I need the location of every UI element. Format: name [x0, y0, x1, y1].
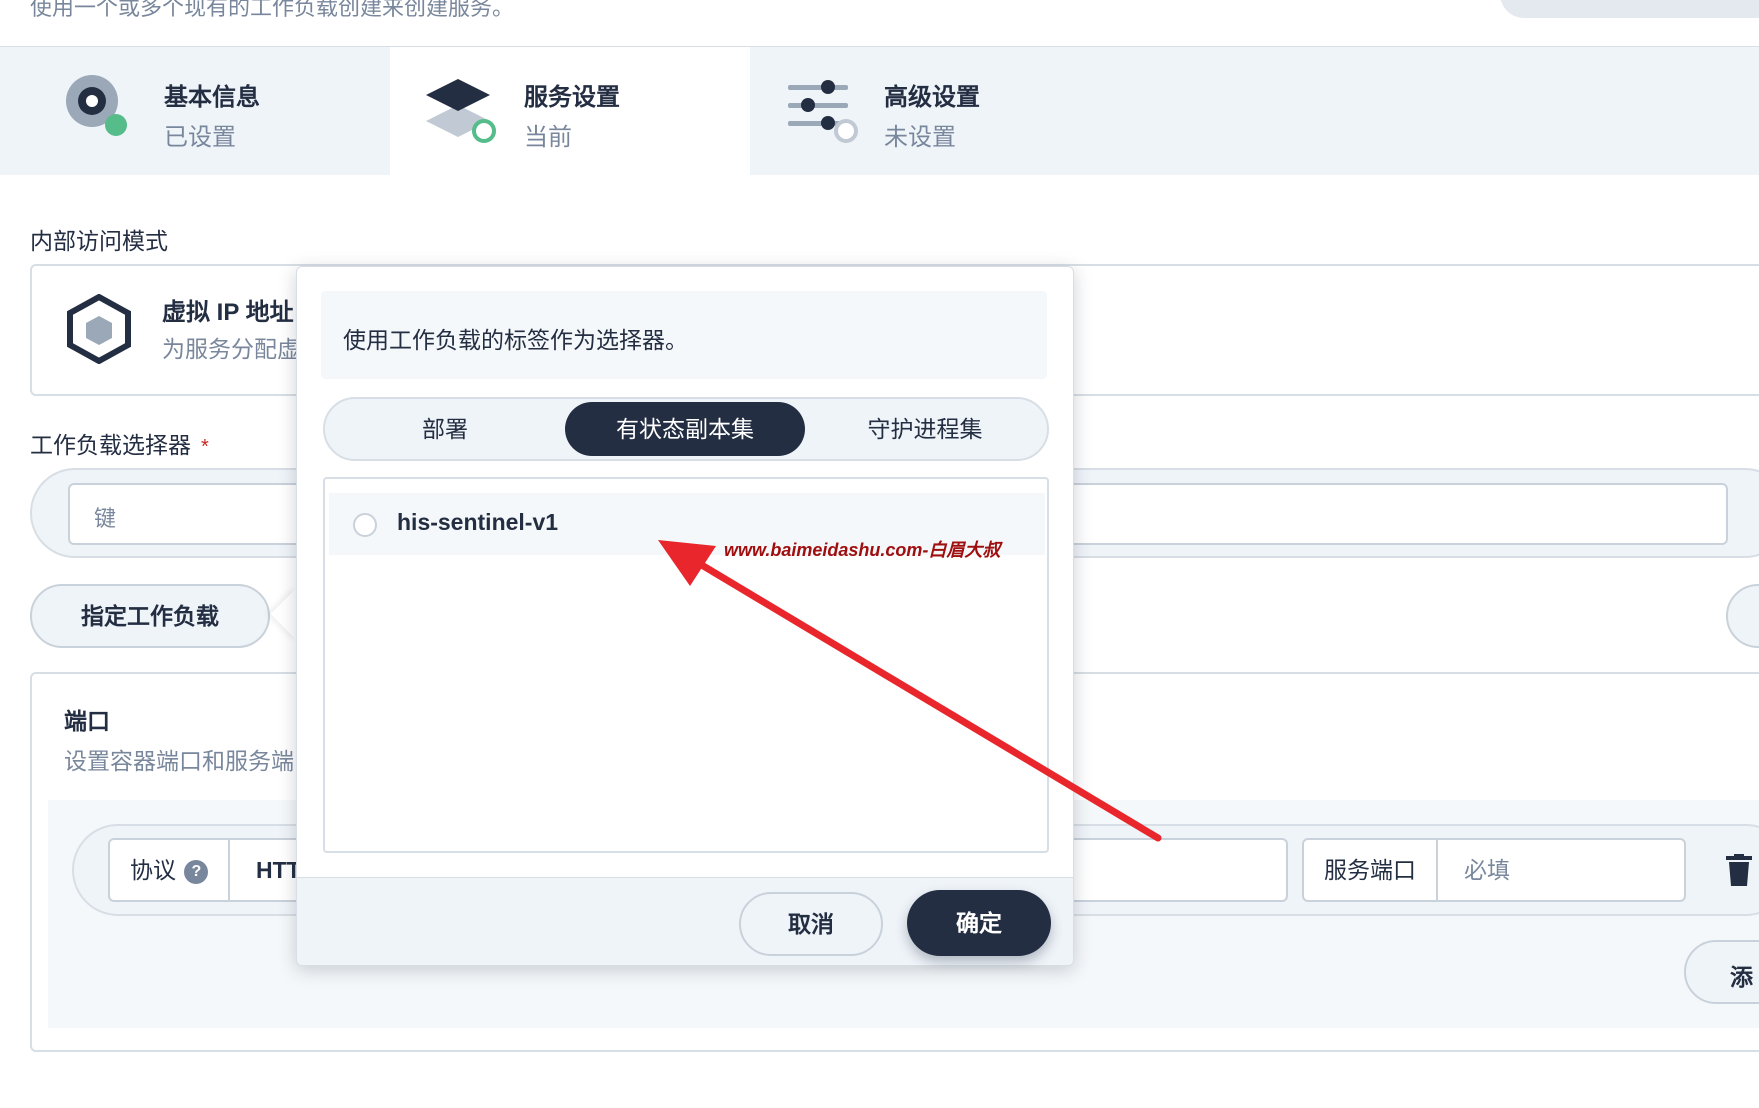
step-advanced-settings[interactable]: 高级设置 未设置 [750, 47, 1110, 175]
ports-desc: 设置容器端口和服务端 [64, 748, 294, 774]
header-action-button[interactable] [1500, 0, 1759, 18]
step-status: 当前 [524, 124, 572, 151]
step-status: 已设置 [164, 124, 236, 151]
protocol-value: HTT [256, 857, 301, 883]
add-port-label: 添 [1730, 964, 1753, 990]
step-service-settings[interactable]: 服务设置 当前 [390, 47, 750, 175]
steps-bar: 基本信息 已设置 服务设置 当前 高级设置 未设置 [0, 47, 1759, 175]
step-title: 服务设置 [524, 84, 620, 111]
page-description: 使用一个或多个现有的工作负载创建来创建服务。 [30, 0, 515, 20]
tab-deployment[interactable]: 部署 [325, 402, 565, 456]
access-mode-label: 内部访问模式 [30, 228, 168, 254]
service-port-field[interactable]: 服务端口 必填 [1302, 838, 1686, 902]
ports-title: 端口 [64, 708, 110, 734]
required-mark: * [201, 436, 209, 458]
popover-tip: 使用工作负载的标签作为选择器。 [321, 291, 1047, 379]
watermark-text: www.baimeidashu.com-白眉大叔 [724, 540, 1001, 560]
basic-info-icon [66, 75, 127, 136]
workload-name: his-sentinel-v1 [397, 509, 559, 535]
workload-selector-label: 工作负载选择器 * [30, 426, 209, 460]
cube-icon [67, 294, 131, 364]
step-title: 高级设置 [884, 84, 980, 111]
step-status: 未设置 [884, 124, 956, 151]
option-desc: 为服务分配虚 [162, 336, 300, 362]
radio-button[interactable] [353, 513, 377, 537]
help-icon[interactable]: ? [184, 859, 209, 884]
service-port-placeholder: 必填 [1464, 857, 1510, 883]
workload-popover: 使用工作负载的标签作为选择器。 部署 有状态副本集 守护进程集 his-sent… [296, 266, 1074, 966]
create-service-page: 使用一个或多个现有的工作负载创建来创建服务。 基本信息 已设置 服务设置 当前 [0, 0, 1759, 1108]
label-text: 工作负载选择器 [30, 432, 191, 458]
workload-list: his-sentinel-v1 [323, 477, 1049, 853]
tab-statefulset[interactable]: 有状态副本集 [565, 402, 805, 456]
popover-footer: 取消 确定 [297, 877, 1073, 965]
step-title: 基本信息 [164, 84, 260, 111]
selector-action-button[interactable] [1726, 584, 1759, 648]
workload-type-tabs: 部署 有状态副本集 守护进程集 [323, 397, 1049, 461]
tip-text: 使用工作负载的标签作为选择器。 [343, 327, 688, 353]
add-port-button[interactable]: 添 [1684, 940, 1759, 1004]
layers-icon [426, 79, 496, 143]
tab-daemonset[interactable]: 守护进程集 [805, 402, 1045, 456]
ok-button[interactable]: 确定 [907, 890, 1051, 956]
cancel-button[interactable]: 取消 [739, 892, 883, 956]
sliders-icon [788, 80, 858, 143]
service-port-label: 服务端口 [1304, 840, 1438, 900]
protocol-label: 协议 ? [110, 840, 231, 900]
trash-icon[interactable] [1724, 854, 1754, 888]
option-title: 虚拟 IP 地址 [162, 299, 294, 326]
protocol-label-text: 协议 [130, 857, 176, 883]
step-basic-info[interactable]: 基本信息 已设置 [0, 47, 360, 175]
key-placeholder: 键 [94, 506, 117, 531]
specify-workload-button[interactable]: 指定工作负载 [30, 584, 270, 648]
